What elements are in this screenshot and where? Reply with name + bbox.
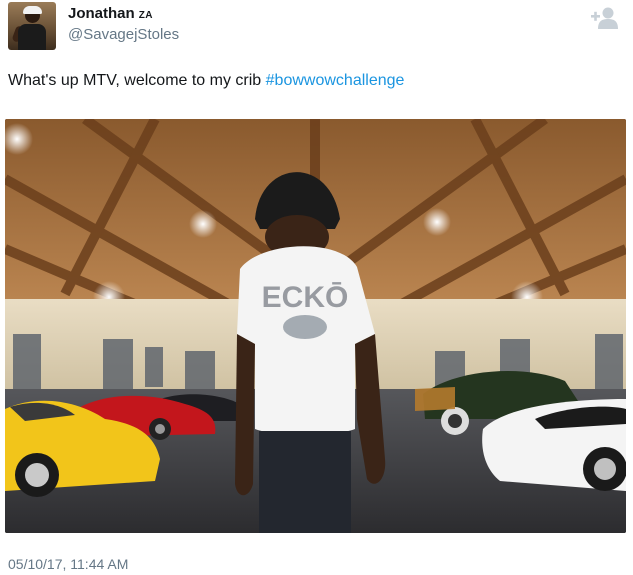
author-name[interactable]: Jonathan ZA <box>68 5 153 22</box>
avatar[interactable] <box>8 2 56 50</box>
tweet-media-photo[interactable]: ECKŌ <box>5 119 626 533</box>
tweet-header: Jonathan ZA @SavagejStoles <box>8 2 625 52</box>
hashtag-link[interactable]: #bowwowchallenge <box>266 72 405 89</box>
tweet-text-body: What's up MTV, welcome to my crib <box>8 72 266 89</box>
tweet-timestamp[interactable]: 05/10/17, 11:44 AM <box>8 556 128 572</box>
display-name[interactable]: Jonathan <box>68 5 135 22</box>
author-handle[interactable]: @SavagejStoles <box>68 26 179 43</box>
tweet-text: What's up MTV, welcome to my crib #bowwo… <box>8 72 404 90</box>
shirt-brand-text: ECKŌ <box>262 281 349 314</box>
follow-user-icon[interactable] <box>589 6 621 30</box>
name-suffix: ZA <box>138 10 154 21</box>
